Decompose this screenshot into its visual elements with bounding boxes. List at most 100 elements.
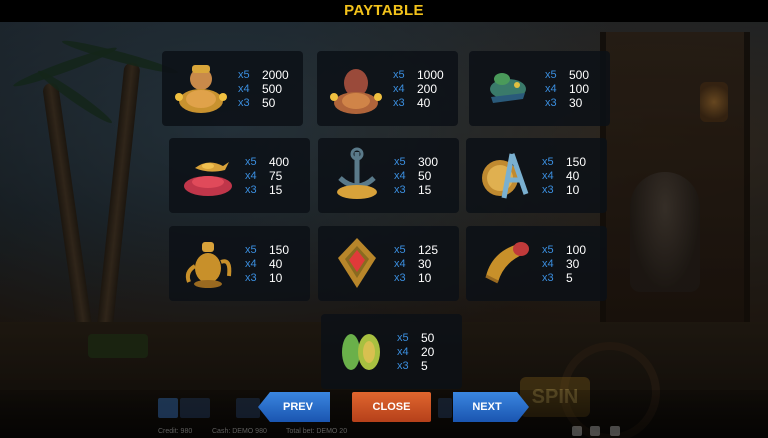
payout-value: 200 — [417, 82, 438, 96]
payout-row: x4 100 — [545, 82, 589, 96]
payout-row: x4 200 — [393, 82, 444, 96]
payout-value: 15 — [418, 183, 432, 197]
paytable-cell-ruby-amulet: x5 125 x4 30 x3 10 — [318, 226, 459, 301]
payout-multiplier: x3 — [393, 97, 405, 109]
payout-value: 300 — [418, 155, 439, 169]
next-button[interactable]: NEXT — [453, 392, 529, 422]
payout-value: 1000 — [417, 68, 444, 82]
paytable-title: PAYTABLE — [344, 2, 424, 19]
payout-value: 2000 — [262, 68, 289, 82]
payout-value: 30 — [566, 257, 580, 271]
payout-value: 50 — [421, 331, 435, 345]
payout-value: 40 — [566, 169, 580, 183]
payout-value: 125 — [418, 243, 439, 257]
info-icon — [158, 398, 178, 418]
payout-multiplier: x5 — [397, 332, 409, 344]
teapot-icon — [177, 232, 239, 294]
payout-row: x4 20 — [397, 345, 434, 359]
sound-icon — [590, 426, 600, 436]
golden-a-icon — [474, 144, 536, 206]
payout-row: x5 400 — [245, 155, 289, 169]
payout-multiplier: x4 — [393, 83, 405, 95]
payout-list: x5 300 x4 50 x3 15 — [394, 155, 438, 197]
payout-row: x5 150 — [245, 243, 289, 257]
payout-row: x4 30 — [542, 257, 586, 271]
payout-list: x5 50 x4 20 x3 5 — [397, 331, 434, 373]
payout-row: x3 10 — [542, 183, 586, 197]
prev-button-label: PREV — [283, 401, 313, 413]
paytable-cell-parrot: x5 500 x4 100 x3 30 — [469, 51, 610, 126]
payout-row: x3 15 — [245, 183, 289, 197]
paytable-cell-magic-lamp: x5 400 x4 75 x3 15 — [169, 138, 310, 213]
payout-multiplier: x3 — [394, 272, 406, 284]
payout-value: 15 — [269, 183, 283, 197]
payout-value: 500 — [569, 68, 590, 82]
genie-icon — [325, 57, 387, 119]
payout-multiplier: x5 — [245, 156, 257, 168]
magic-lamp-icon — [177, 144, 239, 206]
payout-row: x5 50 — [397, 331, 434, 345]
payout-row: x5 2000 — [238, 68, 289, 82]
payout-value: 30 — [418, 257, 432, 271]
payout-row: x4 40 — [542, 169, 586, 183]
payout-value: 50 — [418, 169, 432, 183]
payout-multiplier: x3 — [394, 184, 406, 196]
payout-list: x5 1000 x4 200 x3 40 — [393, 68, 444, 110]
payout-value: 20 — [421, 345, 435, 359]
payout-multiplier: x4 — [245, 258, 257, 270]
paytable-cell-treasure-anchor: x5 300 x4 50 x3 15 — [318, 138, 459, 213]
payout-multiplier: x4 — [394, 258, 406, 270]
payout-row: x4 50 — [394, 169, 438, 183]
payout-multiplier: x5 — [238, 69, 250, 81]
payout-multiplier: x5 — [393, 69, 405, 81]
credit-readout: Credit: 980 — [158, 428, 193, 435]
payout-multiplier: x4 — [542, 170, 554, 182]
prev-button[interactable]: PREV — [258, 392, 330, 422]
settings-icon — [572, 426, 582, 436]
payout-multiplier: x4 — [238, 83, 250, 95]
payout-row: x5 150 — [542, 155, 586, 169]
paytable-cell-sultan: x5 2000 x4 500 x3 50 — [162, 51, 303, 126]
payout-list: x5 100 x4 30 x3 5 — [542, 243, 586, 285]
payout-list: x5 150 x4 40 x3 10 — [542, 155, 586, 197]
payout-value: 10 — [566, 183, 580, 197]
payout-multiplier: x3 — [542, 184, 554, 196]
payout-row: x5 300 — [394, 155, 438, 169]
payout-row: x5 125 — [394, 243, 438, 257]
payout-value: 150 — [269, 243, 290, 257]
title-bar: PAYTABLE — [0, 0, 768, 22]
payout-multiplier: x5 — [394, 156, 406, 168]
payout-multiplier: x4 — [245, 170, 257, 182]
payout-multiplier: x3 — [245, 184, 257, 196]
lines-chip — [236, 398, 260, 418]
payout-row: x3 10 — [394, 271, 438, 285]
payout-value: 50 — [262, 96, 276, 110]
payout-value: 10 — [269, 271, 283, 285]
green-fruit-icon — [329, 320, 391, 382]
payout-row: x3 10 — [245, 271, 289, 285]
parrot-icon — [477, 57, 539, 119]
close-button[interactable]: CLOSE — [352, 392, 431, 422]
paytable-cell-genie: x5 1000 x4 200 x3 40 — [317, 51, 458, 126]
payout-list: x5 2000 x4 500 x3 50 — [238, 68, 289, 110]
payout-multiplier: x4 — [397, 346, 409, 358]
payout-row: x5 500 — [545, 68, 589, 82]
payout-multiplier: x3 — [245, 272, 257, 284]
cash-readout: Cash: DEMO 980 — [212, 428, 267, 435]
payout-value: 75 — [269, 169, 283, 183]
payout-value: 5 — [566, 271, 573, 285]
payout-multiplier: x5 — [542, 244, 554, 256]
close-button-label: CLOSE — [372, 401, 411, 413]
payout-value: 100 — [566, 243, 587, 257]
payout-multiplier: x5 — [542, 156, 554, 168]
ruby-amulet-icon — [326, 232, 388, 294]
fullscreen-icon — [610, 426, 620, 436]
payout-multiplier: x5 — [545, 69, 557, 81]
payout-value: 40 — [269, 257, 283, 271]
payout-row: x4 75 — [245, 169, 289, 183]
payout-list: x5 400 x4 75 x3 15 — [245, 155, 289, 197]
horn-icon — [474, 232, 536, 294]
payout-row: x5 1000 — [393, 68, 444, 82]
payout-list: x5 150 x4 40 x3 10 — [245, 243, 289, 285]
payout-multiplier: x3 — [545, 97, 557, 109]
